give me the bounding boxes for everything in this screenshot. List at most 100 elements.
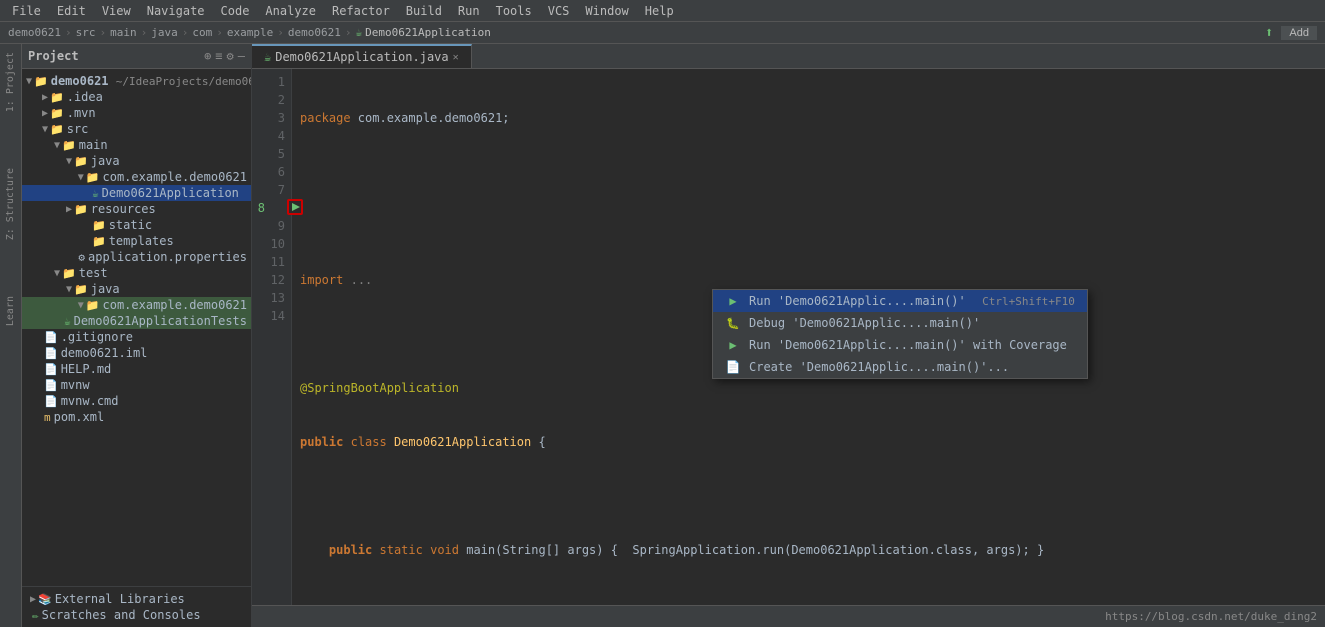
add-button[interactable]: Add bbox=[1281, 26, 1317, 40]
breadcrumb-item[interactable]: java bbox=[151, 26, 178, 39]
run-gutter-button[interactable] bbox=[287, 199, 303, 215]
tree-item-ext-libs[interactable]: ▶ 📚 External Libraries bbox=[22, 591, 251, 607]
file-icon: 📄 bbox=[44, 395, 58, 408]
breadcrumb-sep: › bbox=[345, 26, 352, 39]
code-editor: 1 2 3 4 5 6 7 8 9 10 11 12 13 bbox=[252, 69, 1325, 605]
tree-label: java bbox=[91, 154, 120, 168]
ctx-create-item[interactable]: 📄 Create 'Demo0621Applic....main()'... bbox=[713, 356, 1087, 378]
tree-label: .gitignore bbox=[61, 330, 133, 344]
tree-item-src[interactable]: ▼ 📁 src bbox=[22, 121, 251, 137]
breadcrumb-item[interactable]: demo0621 bbox=[8, 26, 61, 39]
ctx-coverage-item[interactable]: ▶ Run 'Demo0621Applic....main()' with Co… bbox=[713, 334, 1087, 356]
tree-arrow: ▶ bbox=[30, 594, 36, 605]
tree-item-resources[interactable]: ▶ 📁 resources bbox=[22, 201, 251, 217]
folder-blue-icon: 📁 bbox=[62, 267, 76, 280]
file-icon: 📄 bbox=[44, 379, 58, 392]
breadcrumb-sep: › bbox=[141, 26, 148, 39]
breadcrumb-item[interactable]: demo0621 bbox=[288, 26, 341, 39]
tree-item-test-java[interactable]: ▼ 📁 java bbox=[22, 281, 251, 297]
breadcrumb-sep: › bbox=[216, 26, 223, 39]
panel-icon-minimize[interactable]: – bbox=[238, 49, 245, 63]
tree-item-test[interactable]: ▼ 📁 test bbox=[22, 265, 251, 281]
menu-tools[interactable]: Tools bbox=[488, 2, 540, 20]
line-num: 1 bbox=[252, 73, 285, 91]
tree-item-gitignore[interactable]: 📄 .gitignore bbox=[22, 329, 251, 345]
learn-strip-label[interactable]: Learn bbox=[3, 288, 18, 334]
folder-blue-icon: 📁 bbox=[86, 171, 100, 184]
tree-item-pomxml[interactable]: m pom.xml bbox=[22, 409, 251, 425]
menubar: File Edit View Navigate Code Analyze Ref… bbox=[0, 0, 1325, 22]
panel-icon-list[interactable]: ≡ bbox=[215, 49, 222, 63]
tree-item-demo0621[interactable]: ▼ 📁 demo0621 ~/IdeaProjects/demo0621 bbox=[22, 73, 251, 89]
menu-code[interactable]: Code bbox=[213, 2, 258, 20]
tree-item-templates[interactable]: 📁 templates bbox=[22, 233, 251, 249]
structure-strip-label[interactable]: Z: Structure bbox=[3, 160, 18, 248]
tree-item-static[interactable]: 📁 static bbox=[22, 217, 251, 233]
line-num-run: 8 bbox=[252, 199, 285, 217]
menu-refactor[interactable]: Refactor bbox=[324, 2, 398, 20]
menu-window[interactable]: Window bbox=[577, 2, 636, 20]
navigate-up-icon[interactable]: ⬆ bbox=[1265, 25, 1273, 41]
run-triangle-icon bbox=[292, 203, 300, 211]
tree-item-test-package[interactable]: ▼ 📁 com.example.demo0621 bbox=[22, 297, 251, 313]
tree-label: Demo0621ApplicationTests bbox=[74, 314, 247, 328]
menu-help[interactable]: Help bbox=[637, 2, 682, 20]
tree-item-iml[interactable]: 📄 demo0621.iml bbox=[22, 345, 251, 361]
folder-blue-icon: 📁 bbox=[62, 139, 76, 152]
tree-label: application.properties bbox=[88, 250, 247, 264]
ctx-run-item[interactable]: ▶ Run 'Demo0621Applic....main()' Ctrl+Sh… bbox=[713, 290, 1087, 312]
code-line bbox=[300, 487, 1317, 505]
line-num: 14 bbox=[252, 307, 285, 325]
spring-icon: ☕ bbox=[64, 315, 71, 328]
ctx-coverage-icon: ▶ bbox=[725, 338, 741, 352]
tree-item-helpmd[interactable]: 📄 HELP.md bbox=[22, 361, 251, 377]
code-line: public class Demo0621Application { bbox=[300, 433, 1317, 451]
tree-item-scratches[interactable]: ✏ Scratches and Consoles bbox=[22, 607, 251, 623]
editor-tab-application[interactable]: ☕ Demo0621Application.java ✕ bbox=[252, 44, 472, 68]
breadcrumb-item-active[interactable]: ☕Demo0621Application bbox=[355, 26, 490, 39]
project-strip-label[interactable]: 1: Project bbox=[3, 44, 18, 120]
ctx-debug-item[interactable]: 🐛 Debug 'Demo0621Applic....main()' bbox=[713, 312, 1087, 334]
tab-close-icon[interactable]: ✕ bbox=[453, 52, 459, 63]
status-bar: https://blog.csdn.net/duke_ding2 bbox=[252, 605, 1325, 627]
line-num: 5 bbox=[252, 145, 285, 163]
menu-analyze[interactable]: Analyze bbox=[257, 2, 324, 20]
tree-label: HELP.md bbox=[61, 362, 112, 376]
tree-arrow: ▼ bbox=[54, 268, 60, 279]
tree-label: resources bbox=[91, 202, 156, 216]
tree-item-mvnwcmd[interactable]: 📄 mvnw.cmd bbox=[22, 393, 251, 409]
menu-view[interactable]: View bbox=[94, 2, 139, 20]
breadcrumb-item[interactable]: com bbox=[192, 26, 212, 39]
tree-item-main[interactable]: ▼ 📁 main bbox=[22, 137, 251, 153]
line-num: 9 bbox=[252, 217, 285, 235]
tree-item-app-tests[interactable]: ☕ Demo0621ApplicationTests bbox=[22, 313, 251, 329]
breadcrumb-item[interactable]: example bbox=[227, 26, 273, 39]
code-line bbox=[300, 217, 1317, 235]
line-num: 3 bbox=[252, 109, 285, 127]
menu-run[interactable]: Run bbox=[450, 2, 488, 20]
menu-vcs[interactable]: VCS bbox=[540, 2, 578, 20]
tree-item-java-folder[interactable]: ▼ 📁 java bbox=[22, 153, 251, 169]
xml-icon: m bbox=[44, 411, 51, 424]
panel-title: Project bbox=[28, 49, 79, 63]
tree-item-package[interactable]: ▼ 📁 com.example.demo0621 bbox=[22, 169, 251, 185]
tree-item-application[interactable]: ☕ Demo0621Application bbox=[22, 185, 251, 201]
menu-edit[interactable]: Edit bbox=[49, 2, 94, 20]
folder-blue-icon: 📁 bbox=[74, 155, 88, 168]
panel-icon-add[interactable]: ⊕ bbox=[204, 49, 211, 63]
panel-icon-settings[interactable]: ⚙ bbox=[227, 49, 234, 63]
ctx-debug-icon: 🐛 bbox=[725, 317, 741, 330]
menu-navigate[interactable]: Navigate bbox=[139, 2, 213, 20]
breadcrumb-item[interactable]: main bbox=[110, 26, 137, 39]
tab-label: Demo0621Application.java bbox=[275, 50, 448, 64]
breadcrumb-item[interactable]: src bbox=[76, 26, 96, 39]
menu-build[interactable]: Build bbox=[398, 2, 450, 20]
editor-area: ☕ Demo0621Application.java ✕ 1 2 3 4 5 6… bbox=[252, 44, 1325, 627]
tree-label: com.example.demo0621 bbox=[103, 170, 248, 184]
ext-libs-icon: 📚 bbox=[38, 593, 52, 606]
tree-item-mvn[interactable]: ▶ 📁 .mvn bbox=[22, 105, 251, 121]
tree-item-idea[interactable]: ▶ 📁 .idea bbox=[22, 89, 251, 105]
tree-item-appprops[interactable]: ⚙ application.properties bbox=[22, 249, 251, 265]
menu-file[interactable]: File bbox=[4, 2, 49, 20]
tree-item-mvnw[interactable]: 📄 mvnw bbox=[22, 377, 251, 393]
